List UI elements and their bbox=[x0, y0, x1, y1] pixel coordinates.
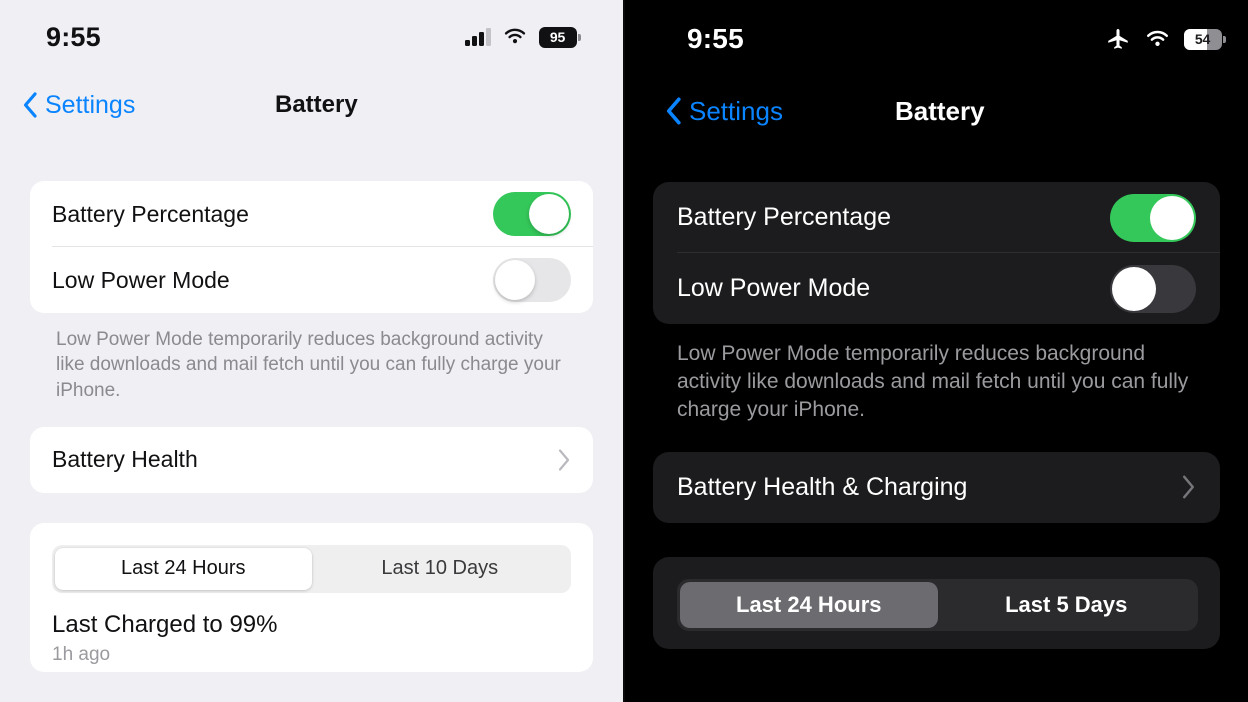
toggle-knob bbox=[495, 260, 535, 300]
toggles-card: Battery Percentage Low Power Mode bbox=[30, 181, 593, 313]
chevron-left-icon bbox=[666, 97, 681, 125]
navigation-bar-light: Settings Battery bbox=[0, 74, 623, 136]
usage-range-segmented-control[interactable]: Last 24 Hours Last 5 Days bbox=[677, 578, 1198, 631]
cellular-bars-icon bbox=[465, 28, 491, 46]
last-charged-title: Last Charged to 99% bbox=[52, 610, 278, 638]
segment-last-24-hours[interactable]: Last 24 Hours bbox=[680, 581, 938, 628]
segment-last-10-days[interactable]: Last 10 Days bbox=[312, 548, 569, 590]
status-bar-dark: 9:55 54 bbox=[625, 0, 1248, 78]
low-power-mode-footnote: Low Power Mode temporarily reduces backg… bbox=[56, 329, 561, 401]
toggles-card: Battery Percentage Low Power Mode bbox=[653, 182, 1220, 324]
page-title: Battery bbox=[895, 95, 985, 126]
low-power-mode-footnote: Low Power Mode temporarily reduces backg… bbox=[677, 342, 1189, 421]
battery-health-card: Battery Health bbox=[30, 426, 593, 493]
low-power-mode-toggle[interactable] bbox=[1110, 264, 1196, 313]
row-label: Battery Health bbox=[52, 446, 198, 473]
status-bar-light: 9:55 95 bbox=[0, 0, 623, 74]
charging-summary-clipped: Charging to 74% bbox=[653, 631, 1220, 645]
row-battery-health-charging[interactable]: Battery Health & Charging bbox=[653, 452, 1220, 523]
back-button[interactable]: Settings bbox=[643, 96, 783, 127]
row-label: Battery Health & Charging bbox=[677, 472, 968, 501]
battery-status-icon: 54 bbox=[1183, 28, 1226, 50]
row-label: Low Power Mode bbox=[677, 274, 871, 302]
wifi-icon bbox=[504, 28, 525, 44]
chevron-left-icon bbox=[23, 92, 37, 118]
wifi-icon bbox=[1146, 30, 1168, 46]
row-label: Low Power Mode bbox=[52, 266, 230, 293]
battery-status-icon: 95 bbox=[538, 26, 581, 48]
toggle-knob bbox=[529, 194, 569, 234]
row-battery-percentage[interactable]: Battery Percentage bbox=[30, 181, 593, 247]
back-button-label: Settings bbox=[45, 90, 136, 119]
low-power-mode-toggle[interactable] bbox=[493, 258, 571, 302]
battery-nub bbox=[1223, 35, 1226, 43]
segment-last-24-hours[interactable]: Last 24 Hours bbox=[55, 547, 312, 590]
dual-phone-comparison: 9:55 95 Settings Battery Battery Percent… bbox=[0, 0, 1248, 702]
battery-usage-card: Last 24 Hours Last 10 Days Last Charged … bbox=[30, 522, 593, 672]
settings-content-light: Battery Percentage Low Power Mode Low Po… bbox=[0, 181, 623, 672]
status-icon-group: 95 bbox=[465, 26, 581, 48]
status-icon-group: 54 bbox=[1105, 26, 1226, 52]
toggle-knob bbox=[1112, 266, 1156, 311]
row-low-power-mode[interactable]: Low Power Mode bbox=[30, 247, 593, 313]
row-battery-percentage[interactable]: Battery Percentage bbox=[653, 182, 1220, 253]
status-clock: 9:55 bbox=[46, 21, 101, 52]
light-mode-battery-screen: 9:55 95 Settings Battery Battery Percent… bbox=[0, 0, 623, 702]
last-charged-subtitle: 1h ago bbox=[52, 643, 111, 665]
navigation-bar-dark: Settings Battery bbox=[625, 78, 1248, 144]
row-low-power-mode[interactable]: Low Power Mode bbox=[653, 253, 1220, 324]
battery-percentage-toggle[interactable] bbox=[493, 192, 571, 236]
toggle-knob bbox=[1150, 195, 1194, 240]
battery-usage-card: Last 24 Hours Last 5 Days Charging to 74… bbox=[653, 556, 1220, 649]
back-button[interactable]: Settings bbox=[20, 91, 135, 120]
page-title: Battery bbox=[275, 91, 358, 118]
status-clock: 9:55 bbox=[687, 23, 744, 54]
battery-percentage-text: 54 bbox=[1194, 31, 1211, 47]
row-battery-health[interactable]: Battery Health bbox=[30, 427, 593, 493]
battery-percentage-text: 95 bbox=[549, 29, 566, 45]
settings-content-dark: Battery Percentage Low Power Mode Low Po… bbox=[625, 182, 1248, 649]
row-label: Battery Percentage bbox=[52, 200, 249, 227]
dark-mode-battery-screen: 9:55 54 Settings Battery Battery Percent… bbox=[625, 0, 1248, 702]
chevron-right-icon bbox=[558, 449, 570, 471]
battery-nub bbox=[578, 33, 581, 41]
last-charged-block: Last Charged to 99% 1h ago bbox=[30, 593, 593, 666]
row-label: Battery Percentage bbox=[677, 203, 892, 231]
airplane-mode-icon bbox=[1107, 29, 1128, 49]
battery-health-card: Battery Health & Charging bbox=[653, 451, 1220, 523]
usage-range-segmented-control[interactable]: Last 24 Hours Last 10 Days bbox=[52, 544, 571, 593]
chevron-right-icon bbox=[1182, 475, 1195, 499]
segment-last-5-days[interactable]: Last 5 Days bbox=[938, 582, 1196, 628]
back-button-label: Settings bbox=[689, 95, 783, 126]
battery-percentage-toggle[interactable] bbox=[1110, 193, 1196, 242]
